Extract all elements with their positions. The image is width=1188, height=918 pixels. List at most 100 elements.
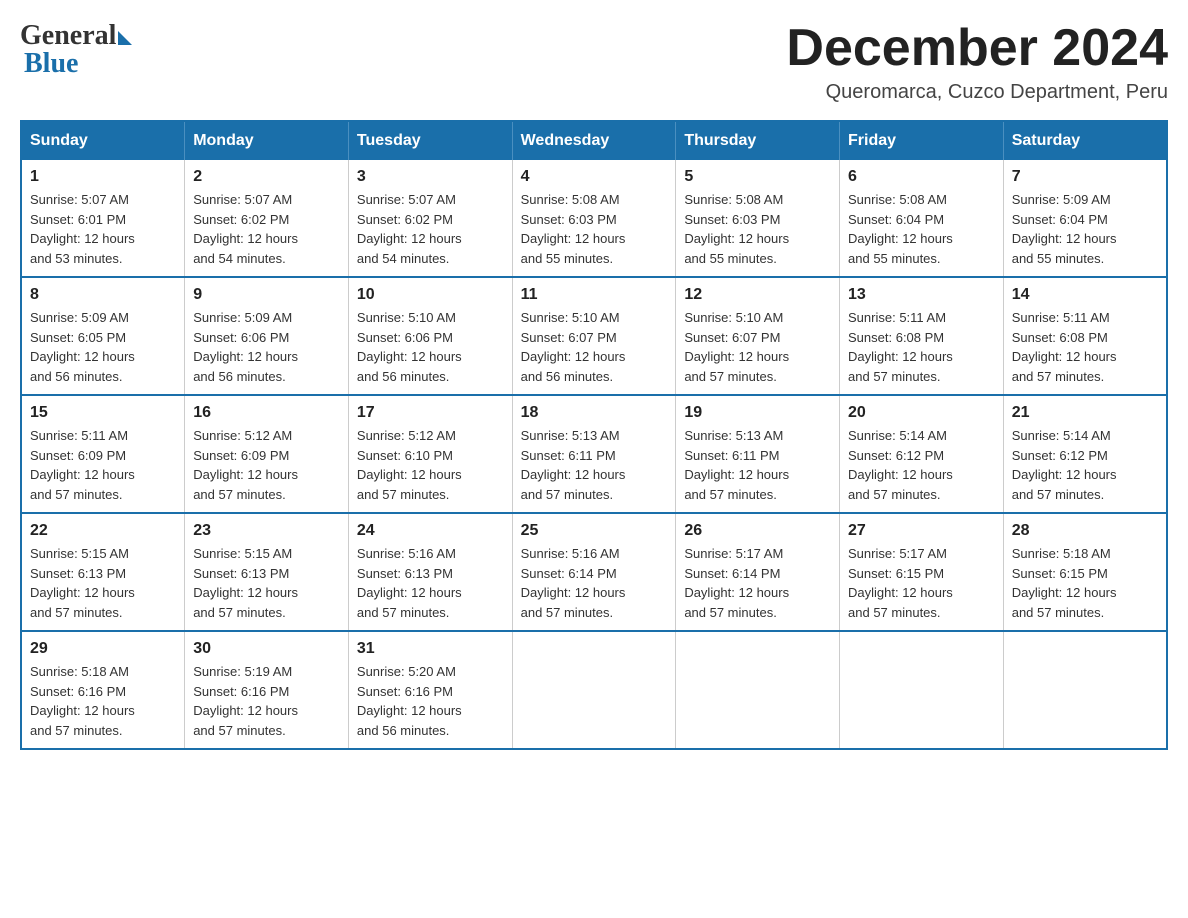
page-header: General Blue December 2024 Queromarca, C…: [20, 20, 1168, 104]
day-info: Sunrise: 5:09 AM Sunset: 6:05 PM Dayligh…: [30, 308, 176, 386]
calendar-day-header: Monday: [185, 121, 349, 160]
day-info: Sunrise: 5:09 AM Sunset: 6:04 PM Dayligh…: [1012, 190, 1158, 268]
day-number: 27: [848, 522, 995, 540]
calendar-cell: 14 Sunrise: 5:11 AM Sunset: 6:08 PM Dayl…: [1003, 277, 1167, 395]
month-title: December 2024: [786, 20, 1168, 77]
calendar-cell: 1 Sunrise: 5:07 AM Sunset: 6:01 PM Dayli…: [21, 160, 185, 277]
calendar-header-row: SundayMondayTuesdayWednesdayThursdayFrid…: [21, 121, 1167, 160]
day-info: Sunrise: 5:09 AM Sunset: 6:06 PM Dayligh…: [193, 308, 340, 386]
day-number: 28: [1012, 522, 1158, 540]
day-info: Sunrise: 5:08 AM Sunset: 6:03 PM Dayligh…: [684, 190, 831, 268]
day-info: Sunrise: 5:11 AM Sunset: 6:09 PM Dayligh…: [30, 426, 176, 504]
calendar-cell: 4 Sunrise: 5:08 AM Sunset: 6:03 PM Dayli…: [512, 160, 676, 277]
day-number: 11: [521, 286, 668, 304]
calendar-cell: 13 Sunrise: 5:11 AM Sunset: 6:08 PM Dayl…: [840, 277, 1004, 395]
calendar-cell: 24 Sunrise: 5:16 AM Sunset: 6:13 PM Dayl…: [348, 513, 512, 631]
day-number: 13: [848, 286, 995, 304]
day-number: 15: [30, 404, 176, 422]
title-section: December 2024 Queromarca, Cuzco Departme…: [786, 20, 1168, 104]
location: Queromarca, Cuzco Department, Peru: [786, 81, 1168, 104]
day-number: 29: [30, 640, 176, 658]
day-info: Sunrise: 5:17 AM Sunset: 6:15 PM Dayligh…: [848, 544, 995, 622]
calendar-cell: 3 Sunrise: 5:07 AM Sunset: 6:02 PM Dayli…: [348, 160, 512, 277]
day-number: 26: [684, 522, 831, 540]
day-number: 2: [193, 168, 340, 186]
calendar-day-header: Sunday: [21, 121, 185, 160]
calendar-cell: 2 Sunrise: 5:07 AM Sunset: 6:02 PM Dayli…: [185, 160, 349, 277]
calendar-cell: 10 Sunrise: 5:10 AM Sunset: 6:06 PM Dayl…: [348, 277, 512, 395]
day-number: 24: [357, 522, 504, 540]
day-number: 23: [193, 522, 340, 540]
calendar-cell: 27 Sunrise: 5:17 AM Sunset: 6:15 PM Dayl…: [840, 513, 1004, 631]
day-number: 16: [193, 404, 340, 422]
calendar-cell: 23 Sunrise: 5:15 AM Sunset: 6:13 PM Dayl…: [185, 513, 349, 631]
calendar-cell: 16 Sunrise: 5:12 AM Sunset: 6:09 PM Dayl…: [185, 395, 349, 513]
calendar-cell: 21 Sunrise: 5:14 AM Sunset: 6:12 PM Dayl…: [1003, 395, 1167, 513]
day-info: Sunrise: 5:19 AM Sunset: 6:16 PM Dayligh…: [193, 662, 340, 740]
day-info: Sunrise: 5:16 AM Sunset: 6:13 PM Dayligh…: [357, 544, 504, 622]
day-number: 30: [193, 640, 340, 658]
day-number: 6: [848, 168, 995, 186]
day-info: Sunrise: 5:07 AM Sunset: 6:02 PM Dayligh…: [193, 190, 340, 268]
calendar-day-header: Wednesday: [512, 121, 676, 160]
calendar-cell: 30 Sunrise: 5:19 AM Sunset: 6:16 PM Dayl…: [185, 631, 349, 749]
day-number: 12: [684, 286, 831, 304]
day-number: 21: [1012, 404, 1158, 422]
calendar-cell: 29 Sunrise: 5:18 AM Sunset: 6:16 PM Dayl…: [21, 631, 185, 749]
day-info: Sunrise: 5:18 AM Sunset: 6:15 PM Dayligh…: [1012, 544, 1158, 622]
calendar-day-header: Saturday: [1003, 121, 1167, 160]
calendar-cell: 19 Sunrise: 5:13 AM Sunset: 6:11 PM Dayl…: [676, 395, 840, 513]
calendar-cell: 22 Sunrise: 5:15 AM Sunset: 6:13 PM Dayl…: [21, 513, 185, 631]
calendar-week-row: 1 Sunrise: 5:07 AM Sunset: 6:01 PM Dayli…: [21, 160, 1167, 277]
calendar-cell: 12 Sunrise: 5:10 AM Sunset: 6:07 PM Dayl…: [676, 277, 840, 395]
calendar-cell: 26 Sunrise: 5:17 AM Sunset: 6:14 PM Dayl…: [676, 513, 840, 631]
day-number: 22: [30, 522, 176, 540]
calendar-cell: 15 Sunrise: 5:11 AM Sunset: 6:09 PM Dayl…: [21, 395, 185, 513]
calendar-cell: 6 Sunrise: 5:08 AM Sunset: 6:04 PM Dayli…: [840, 160, 1004, 277]
day-number: 17: [357, 404, 504, 422]
calendar-week-row: 22 Sunrise: 5:15 AM Sunset: 6:13 PM Dayl…: [21, 513, 1167, 631]
calendar-day-header: Thursday: [676, 121, 840, 160]
calendar-cell: 9 Sunrise: 5:09 AM Sunset: 6:06 PM Dayli…: [185, 277, 349, 395]
calendar-day-header: Friday: [840, 121, 1004, 160]
day-info: Sunrise: 5:15 AM Sunset: 6:13 PM Dayligh…: [193, 544, 340, 622]
day-number: 25: [521, 522, 668, 540]
day-number: 5: [684, 168, 831, 186]
day-number: 14: [1012, 286, 1158, 304]
day-info: Sunrise: 5:11 AM Sunset: 6:08 PM Dayligh…: [848, 308, 995, 386]
calendar-cell: 20 Sunrise: 5:14 AM Sunset: 6:12 PM Dayl…: [840, 395, 1004, 513]
day-number: 9: [193, 286, 340, 304]
day-info: Sunrise: 5:20 AM Sunset: 6:16 PM Dayligh…: [357, 662, 504, 740]
day-number: 19: [684, 404, 831, 422]
calendar-cell: 5 Sunrise: 5:08 AM Sunset: 6:03 PM Dayli…: [676, 160, 840, 277]
calendar-cell: 28 Sunrise: 5:18 AM Sunset: 6:15 PM Dayl…: [1003, 513, 1167, 631]
day-info: Sunrise: 5:10 AM Sunset: 6:06 PM Dayligh…: [357, 308, 504, 386]
calendar-table: SundayMondayTuesdayWednesdayThursdayFrid…: [20, 120, 1168, 750]
day-info: Sunrise: 5:13 AM Sunset: 6:11 PM Dayligh…: [521, 426, 668, 504]
day-info: Sunrise: 5:12 AM Sunset: 6:09 PM Dayligh…: [193, 426, 340, 504]
day-info: Sunrise: 5:07 AM Sunset: 6:02 PM Dayligh…: [357, 190, 504, 268]
logo-blue-text: Blue: [20, 48, 78, 80]
day-info: Sunrise: 5:17 AM Sunset: 6:14 PM Dayligh…: [684, 544, 831, 622]
calendar-cell: 11 Sunrise: 5:10 AM Sunset: 6:07 PM Dayl…: [512, 277, 676, 395]
day-info: Sunrise: 5:16 AM Sunset: 6:14 PM Dayligh…: [521, 544, 668, 622]
calendar-cell: [676, 631, 840, 749]
day-number: 1: [30, 168, 176, 186]
calendar-cell: 8 Sunrise: 5:09 AM Sunset: 6:05 PM Dayli…: [21, 277, 185, 395]
day-info: Sunrise: 5:10 AM Sunset: 6:07 PM Dayligh…: [684, 308, 831, 386]
calendar-day-header: Tuesday: [348, 121, 512, 160]
day-info: Sunrise: 5:08 AM Sunset: 6:04 PM Dayligh…: [848, 190, 995, 268]
day-number: 7: [1012, 168, 1158, 186]
day-info: Sunrise: 5:07 AM Sunset: 6:01 PM Dayligh…: [30, 190, 176, 268]
calendar-cell: [840, 631, 1004, 749]
logo-arrow-icon: [118, 31, 132, 45]
logo: General Blue: [20, 20, 132, 80]
calendar-week-row: 15 Sunrise: 5:11 AM Sunset: 6:09 PM Dayl…: [21, 395, 1167, 513]
calendar-week-row: 29 Sunrise: 5:18 AM Sunset: 6:16 PM Dayl…: [21, 631, 1167, 749]
day-number: 3: [357, 168, 504, 186]
calendar-cell: 31 Sunrise: 5:20 AM Sunset: 6:16 PM Dayl…: [348, 631, 512, 749]
day-info: Sunrise: 5:15 AM Sunset: 6:13 PM Dayligh…: [30, 544, 176, 622]
calendar-week-row: 8 Sunrise: 5:09 AM Sunset: 6:05 PM Dayli…: [21, 277, 1167, 395]
calendar-cell: 17 Sunrise: 5:12 AM Sunset: 6:10 PM Dayl…: [348, 395, 512, 513]
day-info: Sunrise: 5:10 AM Sunset: 6:07 PM Dayligh…: [521, 308, 668, 386]
